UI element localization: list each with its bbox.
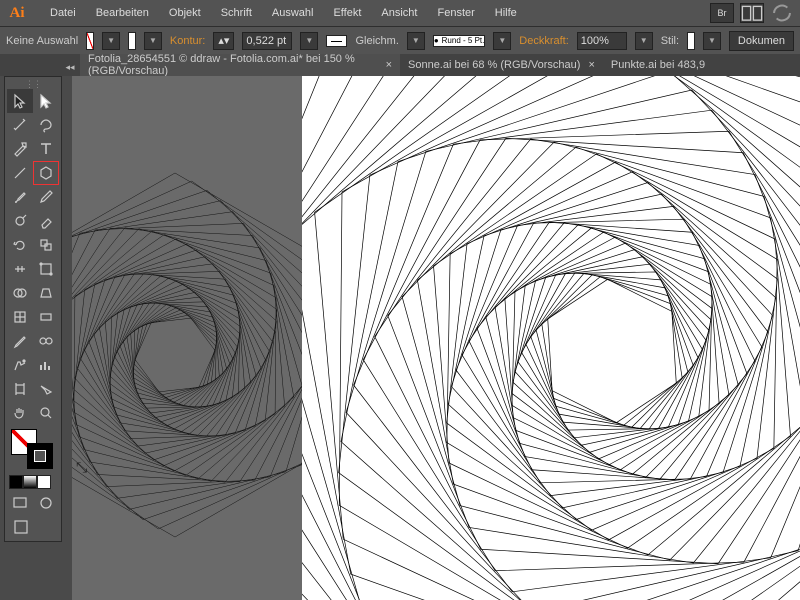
menu-view[interactable]: Ansicht bbox=[373, 3, 425, 23]
tool-free-transform[interactable] bbox=[33, 257, 59, 281]
stroke-weight-dd[interactable]: ▼ bbox=[300, 32, 318, 50]
style-dd[interactable]: ▼ bbox=[703, 32, 721, 50]
tool-rotate[interactable] bbox=[7, 233, 33, 257]
menu-window[interactable]: Fenster bbox=[429, 3, 482, 23]
tool-polygon[interactable] bbox=[33, 161, 59, 185]
menu-type[interactable]: Schrift bbox=[213, 3, 260, 23]
tool-paintbrush[interactable] bbox=[7, 185, 33, 209]
panel-grip[interactable] bbox=[7, 79, 59, 89]
document-setup-button[interactable]: Dokumen bbox=[729, 31, 794, 51]
color-mode-solid[interactable] bbox=[9, 475, 23, 489]
tool-type[interactable] bbox=[33, 137, 59, 161]
canvas[interactable] bbox=[72, 76, 800, 600]
stroke-weight-stepper[interactable]: ▴▾ bbox=[213, 32, 234, 50]
tab-label: Punkte.ai bei 483,9 bbox=[611, 59, 705, 71]
tool-gradient[interactable] bbox=[33, 305, 59, 329]
arrange-documents-icon[interactable] bbox=[740, 3, 764, 23]
artwork-offscreen bbox=[72, 76, 322, 600]
tool-eyedropper[interactable] bbox=[7, 329, 33, 353]
opacity-label: Deckkraft: bbox=[519, 35, 569, 47]
fill-dropdown[interactable]: ▼ bbox=[102, 32, 120, 50]
tool-zoom[interactable] bbox=[33, 401, 59, 425]
dash-dd[interactable]: ▼ bbox=[407, 32, 425, 50]
tab-label: Sonne.ai bei 68 % (RGB/Vorschau) bbox=[408, 59, 580, 71]
tab-fotolia[interactable]: Fotolia_28654551 © ddraw - Fotolia.com.a… bbox=[80, 54, 400, 76]
panel-collapse-icon[interactable]: ◂◂ bbox=[64, 58, 76, 76]
tool-blend[interactable] bbox=[33, 329, 59, 353]
stroke-profile-preview[interactable] bbox=[326, 35, 347, 47]
artboard bbox=[302, 76, 800, 600]
menubar: Ai Datei Bearbeiten Objekt Schrift Auswa… bbox=[0, 0, 800, 26]
tool-column-graph[interactable] bbox=[33, 353, 59, 377]
change-screen-icon[interactable] bbox=[7, 515, 34, 539]
stroke-swatch[interactable] bbox=[128, 32, 136, 50]
tool-perspective[interactable] bbox=[33, 281, 59, 305]
fill-stroke-control[interactable] bbox=[9, 429, 57, 469]
tool-hand[interactable] bbox=[7, 401, 33, 425]
fill-swatch[interactable] bbox=[86, 32, 94, 50]
style-swatch[interactable] bbox=[687, 32, 695, 50]
menu-object[interactable]: Objekt bbox=[161, 3, 209, 23]
tool-selection[interactable] bbox=[7, 89, 33, 113]
menu-select[interactable]: Auswahl bbox=[264, 3, 322, 23]
menu-file[interactable]: Datei bbox=[42, 3, 84, 23]
brush-dd[interactable]: ▼ bbox=[493, 32, 511, 50]
menu-edit[interactable]: Bearbeiten bbox=[88, 3, 157, 23]
document-tabs: Fotolia_28654551 © ddraw - Fotolia.com.a… bbox=[0, 54, 800, 76]
tool-eraser[interactable] bbox=[33, 209, 59, 233]
tab-sonne[interactable]: Sonne.ai bei 68 % (RGB/Vorschau) × bbox=[400, 54, 603, 76]
color-mode-gradient[interactable] bbox=[23, 475, 37, 489]
color-mode-none[interactable] bbox=[37, 475, 51, 489]
tool-blob-brush[interactable] bbox=[7, 209, 33, 233]
draw-mode-icon[interactable] bbox=[33, 491, 59, 515]
brush-preview[interactable]: Rund - 5 Pt. bbox=[433, 35, 486, 47]
opacity-input[interactable] bbox=[577, 32, 627, 50]
color-mode-row bbox=[7, 473, 59, 491]
close-icon[interactable]: × bbox=[386, 59, 392, 71]
tool-width[interactable] bbox=[7, 257, 33, 281]
tab-punkte[interactable]: Punkte.ai bei 483,9 bbox=[603, 54, 713, 76]
style-label: Stil: bbox=[661, 35, 679, 47]
opacity-dd[interactable]: ▼ bbox=[635, 32, 653, 50]
stroke-dropdown[interactable]: ▼ bbox=[144, 32, 162, 50]
tool-shape-builder[interactable] bbox=[7, 281, 33, 305]
tool-scale[interactable] bbox=[33, 233, 59, 257]
tool-pencil[interactable] bbox=[33, 185, 59, 209]
dash-label: Gleichm. bbox=[355, 35, 398, 47]
menu-effect[interactable]: Effekt bbox=[325, 3, 369, 23]
stroke-weight-label: Kontur: bbox=[170, 35, 205, 47]
bridge-icon[interactable]: Br bbox=[710, 3, 734, 23]
tool-slice[interactable] bbox=[33, 377, 59, 401]
selection-state-label: Keine Auswahl bbox=[6, 35, 78, 47]
stroke-weight-input[interactable] bbox=[242, 32, 292, 50]
options-bar: Keine Auswahl ▼ ▼ Kontur: ▴▾ ▼ Gleichm. … bbox=[0, 26, 800, 54]
toolbox bbox=[4, 76, 62, 542]
screen-mode-icon[interactable] bbox=[7, 491, 33, 515]
tool-symbol-sprayer[interactable] bbox=[7, 353, 33, 377]
tool-mesh[interactable] bbox=[7, 305, 33, 329]
menu-help[interactable]: Hilfe bbox=[487, 3, 525, 23]
tool-direct-selection[interactable] bbox=[33, 89, 59, 113]
close-icon[interactable]: × bbox=[588, 59, 594, 71]
tool-lasso[interactable] bbox=[33, 113, 59, 137]
sync-icon[interactable] bbox=[770, 3, 794, 23]
tab-label: Fotolia_28654551 © ddraw - Fotolia.com.a… bbox=[88, 54, 378, 76]
tool-line[interactable] bbox=[7, 161, 33, 185]
stroke-color[interactable] bbox=[27, 443, 53, 469]
tool-artboard[interactable] bbox=[7, 377, 33, 401]
tool-magic-wand[interactable] bbox=[7, 113, 33, 137]
tool-pen[interactable] bbox=[7, 137, 33, 161]
app-logo: Ai bbox=[6, 2, 28, 24]
